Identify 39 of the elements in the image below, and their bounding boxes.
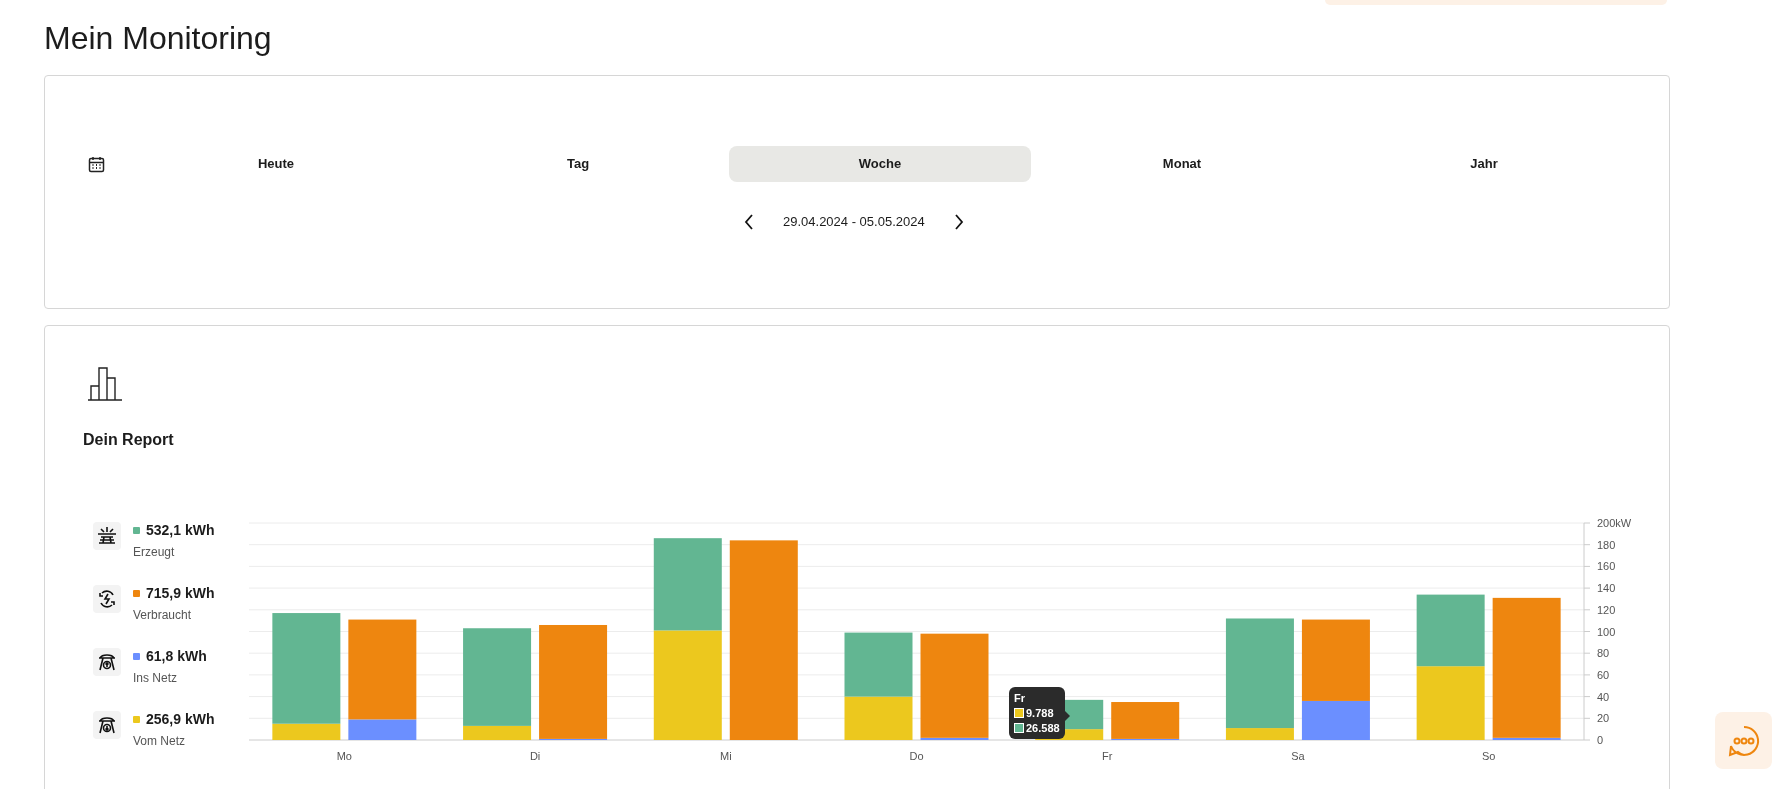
period-tab[interactable]: Jahr bbox=[1333, 146, 1635, 182]
x-axis-label: Sa bbox=[1291, 750, 1305, 762]
bar-chart-icon bbox=[87, 366, 123, 402]
legend-value: 532,1 kWh bbox=[146, 521, 215, 540]
x-axis-label: Mo bbox=[336, 750, 352, 762]
legend-label: Erzeugt bbox=[133, 544, 176, 561]
legend-value: 715,9 kWh bbox=[146, 584, 215, 603]
y-axis-label: 100 bbox=[1597, 625, 1616, 638]
legend-label: Verbraucht bbox=[133, 607, 193, 624]
tooltip-value: 9.788 bbox=[1026, 706, 1054, 720]
legend-label: Ins Netz bbox=[133, 670, 178, 687]
y-axis-label: 40 bbox=[1597, 690, 1610, 703]
period-tab[interactable]: Monat bbox=[1031, 146, 1333, 182]
y-axis-label: 0 bbox=[1597, 734, 1604, 746]
y-axis-label: 200kW bbox=[1597, 517, 1632, 529]
y-axis-label: 120 bbox=[1597, 603, 1616, 616]
calendar-icon[interactable] bbox=[88, 155, 105, 173]
y-axis-label: 80 bbox=[1597, 647, 1610, 660]
legend-value: 256,9 kWh bbox=[146, 710, 215, 729]
legend-value: 61,8 kWh bbox=[146, 647, 207, 666]
y-axis-label: 60 bbox=[1597, 668, 1610, 681]
period-tab[interactable]: Heute bbox=[125, 146, 427, 182]
x-axis-label: So bbox=[1481, 750, 1496, 762]
x-axis-label: Di bbox=[529, 750, 541, 762]
tooltip-title: Fr bbox=[1014, 691, 1026, 705]
x-axis-label: Do bbox=[909, 750, 924, 762]
tooltip-value: 26.588 bbox=[1026, 721, 1060, 735]
x-axis-label: Mi bbox=[720, 750, 732, 762]
y-axis-label: 160 bbox=[1597, 560, 1616, 573]
y-axis-label: 20 bbox=[1597, 712, 1610, 725]
period-tab[interactable]: Tag bbox=[427, 146, 729, 182]
x-axis-label: Fr bbox=[1102, 750, 1113, 762]
y-axis-label: 140 bbox=[1597, 582, 1616, 595]
period-tab[interactable]: Woche bbox=[729, 146, 1031, 182]
legend-label: Vom Netz bbox=[133, 733, 187, 750]
report-title: Dein Report bbox=[83, 430, 174, 450]
date-range: 29.04.2024 - 05.05.2024 bbox=[783, 213, 925, 232]
y-axis-label: 180 bbox=[1597, 538, 1616, 551]
page-title: Mein Monitoring bbox=[44, 19, 272, 58]
